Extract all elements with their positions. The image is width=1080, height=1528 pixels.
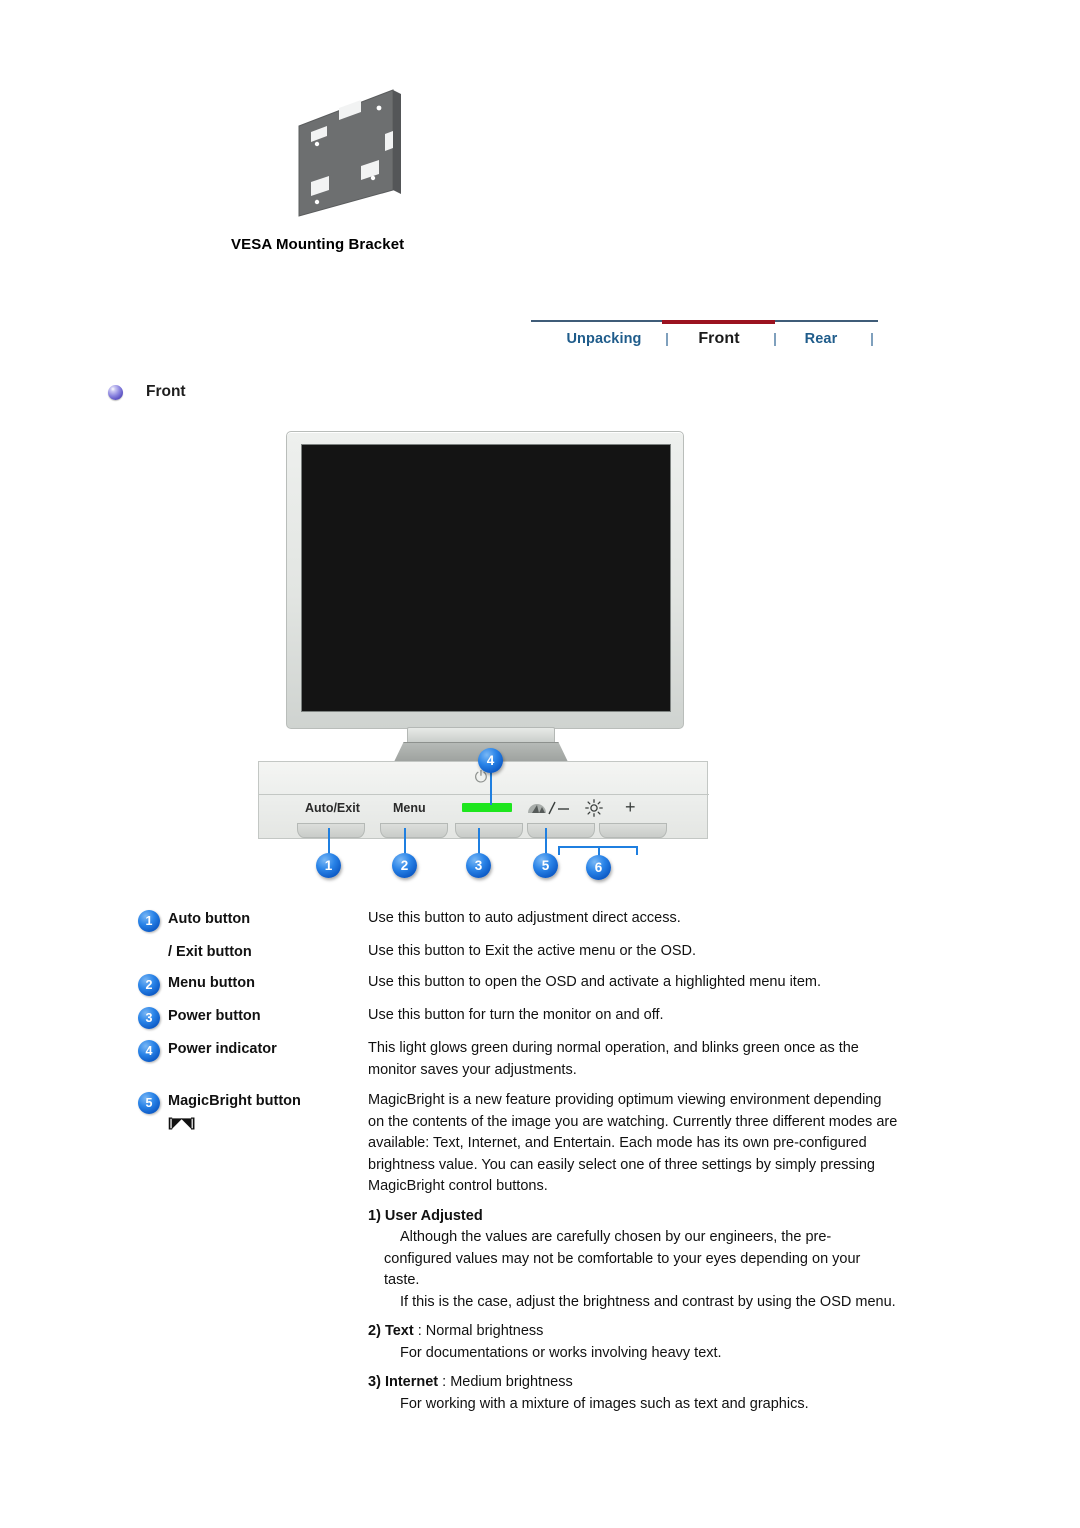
desc-badge-2: 2 bbox=[138, 974, 160, 996]
mode-level-internet: : Medium brightness bbox=[442, 1374, 573, 1390]
mode-line-internet: 3) Internet : Medium brightness bbox=[368, 1372, 898, 1394]
callout-leader-1 bbox=[328, 828, 330, 854]
callout-2: 2 bbox=[392, 853, 417, 878]
mode-line-text: 2) Text : Normal brightness bbox=[368, 1321, 898, 1343]
desc-def-magicbright-button: MagicBright is a new feature providing o… bbox=[368, 1090, 898, 1415]
mode-level-text: : Normal brightness bbox=[417, 1323, 544, 1339]
callout-5: 5 bbox=[533, 853, 558, 878]
desc-term-power-button: Power button bbox=[168, 1008, 261, 1024]
desc-term-menu-button: Menu button bbox=[168, 975, 255, 991]
desc-term-magicbright-label: MagicBright button bbox=[168, 1093, 301, 1109]
desc-def-menu-button: Use this button to open the OSD and acti… bbox=[368, 974, 821, 990]
button-description-list: 1 Auto button Use this button to auto ad… bbox=[138, 908, 898, 1424]
desc-term-magicbright-button: MagicBright button [◤◥] bbox=[168, 1090, 368, 1415]
mode-detail-text: For documentations or works involving he… bbox=[400, 1344, 722, 1361]
desc-badge-4: 4 bbox=[138, 1040, 160, 1062]
desc-term-exit-button: / Exit button bbox=[168, 944, 252, 960]
mode-number-internet: 3) bbox=[368, 1374, 381, 1390]
mode-number-text: 2) bbox=[368, 1323, 381, 1339]
desc-def-power-indicator: This light glows green during normal ope… bbox=[368, 1040, 859, 1078]
callout-3: 3 bbox=[466, 853, 491, 878]
mode-text-user-adjusted-2: If this is the case, adjust the brightne… bbox=[400, 1293, 896, 1310]
desc-badge-col: 5 bbox=[138, 1090, 168, 1415]
callout-1: 1 bbox=[316, 853, 341, 878]
desc-term-power-indicator: Power indicator bbox=[168, 1041, 277, 1057]
desc-badge-5: 5 bbox=[138, 1092, 160, 1114]
desc-row-power-button: 3 Power button Use this button for turn … bbox=[138, 1005, 898, 1029]
desc-badge-col: 3 bbox=[138, 1005, 168, 1029]
mode-detail-internet: For working with a mixture of images suc… bbox=[400, 1395, 809, 1412]
desc-def-power-button: Use this button for turn the monitor on … bbox=[368, 1007, 664, 1023]
desc-row-magicbright-button: 5 MagicBright button [◤◥] MagicBright is… bbox=[138, 1090, 898, 1415]
desc-term-auto-button: Auto button bbox=[168, 911, 251, 927]
mode-text-user-adjusted-1: Although the values are carefully chosen… bbox=[384, 1229, 861, 1288]
mode-heading-user-adjusted: 1) User Adjusted bbox=[368, 1207, 483, 1224]
desc-row-menu-button: 2 Menu button Use this button to open th… bbox=[138, 972, 898, 996]
desc-badge-col: 4 bbox=[138, 1038, 168, 1081]
desc-badge-1: 1 bbox=[138, 910, 160, 932]
desc-def-exit-button: Use this button to Exit the active menu … bbox=[368, 943, 697, 959]
magicbright-intro-text: MagicBright is a new feature providing o… bbox=[368, 1092, 898, 1194]
callout-6: 6 bbox=[586, 855, 611, 880]
desc-badge-col: 2 bbox=[138, 972, 168, 996]
callout-bracket-6-right bbox=[636, 846, 638, 855]
desc-def-auto-button: Use this button to auto adjustment direc… bbox=[368, 910, 681, 926]
callout-leader-5 bbox=[545, 828, 547, 854]
desc-row-power-indicator: 4 Power indicator This light glows green… bbox=[138, 1038, 898, 1081]
mode-name-internet: Internet bbox=[384, 1374, 439, 1390]
callout-leader-2 bbox=[404, 828, 406, 854]
mode-name-text: Text bbox=[384, 1323, 414, 1339]
desc-badge-col: 1 bbox=[138, 908, 168, 932]
callout-4: 4 bbox=[478, 748, 503, 773]
magicbright-glyph-icon: [◤◥] bbox=[168, 1115, 195, 1130]
desc-badge-col-empty bbox=[138, 941, 168, 963]
desc-row-auto-button: 1 Auto button Use this button to auto ad… bbox=[138, 908, 898, 932]
callout-bracket-6-left bbox=[558, 846, 560, 855]
desc-badge-3: 3 bbox=[138, 1007, 160, 1029]
desc-row-exit-button: / Exit button Use this button to Exit th… bbox=[138, 941, 898, 963]
callout-leader-3 bbox=[478, 828, 480, 854]
